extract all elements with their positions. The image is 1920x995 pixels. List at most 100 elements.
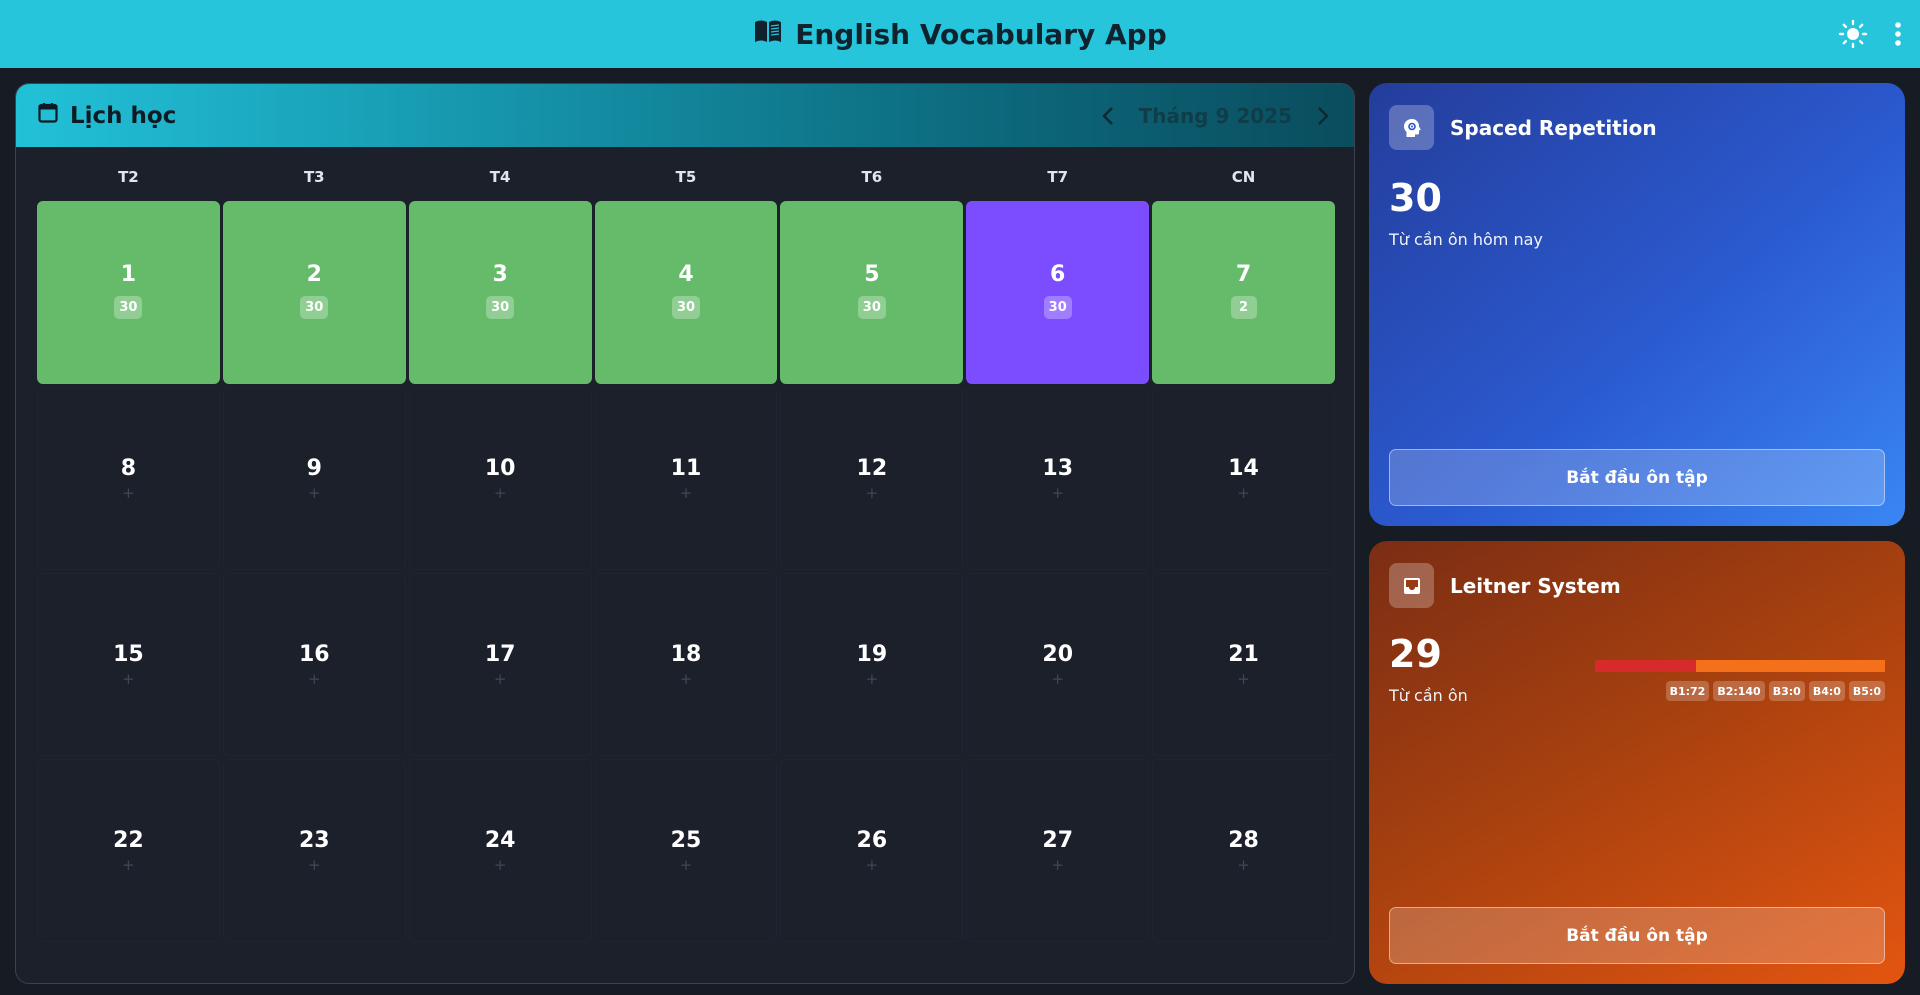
calendar-day[interactable]: 2 30 [222, 201, 406, 384]
calendar-day[interactable]: 10 + [408, 387, 592, 570]
calendar-day[interactable]: 25 + [594, 759, 778, 942]
day-count-badge: 2 [1230, 296, 1257, 319]
day-number: 7 [1235, 262, 1252, 287]
add-icon[interactable]: + [1051, 672, 1064, 687]
add-icon[interactable]: + [866, 486, 879, 501]
more-vert-icon[interactable] [1894, 21, 1902, 47]
add-icon[interactable]: + [308, 672, 321, 687]
box-list: B1:72 B2:140 B3:0 B4:0 B5:0 [1595, 681, 1885, 701]
day-number: 8 [120, 456, 137, 481]
calendar-day[interactable]: 18 + [594, 573, 778, 756]
weekday-label: CN [1231, 168, 1256, 186]
calendar-day[interactable]: 16 + [222, 573, 406, 756]
calendar-day[interactable]: 28 + [1152, 759, 1335, 942]
calendar-day[interactable]: 5 30 [780, 201, 964, 384]
calendar-card: Lịch học Tháng 9 2025 T2 T3 T4 T5 T6 T7 … [15, 83, 1355, 984]
weekday-label: T3 [303, 168, 325, 186]
start-review-button[interactable]: Bắt đầu ôn tập [1389, 907, 1885, 964]
day-number: 10 [484, 456, 516, 481]
box-badge: B2:140 [1713, 681, 1765, 701]
calendar-day[interactable]: 4 30 [594, 201, 778, 384]
calendar-day[interactable]: 21 + [1152, 573, 1335, 756]
day-number: 25 [670, 828, 702, 853]
day-number: 3 [492, 262, 508, 287]
calendar-day[interactable]: 12 + [780, 387, 964, 570]
calendar-day[interactable]: 27 + [966, 759, 1150, 942]
weekday-label: T7 [1047, 168, 1069, 186]
app-title: English Vocabulary App [753, 18, 1167, 51]
review-caption: Từ cần ôn hôm nay [1389, 230, 1543, 249]
box-badge: B1:72 [1665, 681, 1710, 701]
add-icon[interactable]: + [122, 486, 135, 501]
leitner-card: Leitner System 29 Từ cần ôn B1:72 B2:140… [1369, 541, 1905, 984]
calendar-day[interactable]: 7 2 [1152, 201, 1335, 384]
app-header: English Vocabulary App [0, 0, 1920, 68]
add-icon[interactable]: + [122, 858, 135, 873]
calendar-day[interactable]: 3 30 [408, 201, 592, 384]
calendar-day[interactable]: 20 + [966, 573, 1150, 756]
day-number: 4 [678, 262, 694, 287]
add-icon[interactable]: + [494, 858, 507, 873]
day-number: 24 [484, 828, 516, 853]
add-icon[interactable]: + [494, 672, 507, 687]
brain-icon [1389, 105, 1434, 150]
box-badge: B3:0 [1768, 681, 1805, 701]
add-icon[interactable]: + [680, 858, 693, 873]
spaced-repetition-card: Spaced Repetition 30 Từ cần ôn hôm nay B… [1369, 83, 1905, 526]
calendar-day[interactable]: 14 + [1152, 387, 1335, 570]
calendar-day[interactable]: 8 + [37, 387, 220, 570]
calendar-day[interactable]: 1 30 [37, 201, 220, 384]
calendar-day[interactable]: 11 + [594, 387, 778, 570]
inbox-icon [1389, 563, 1434, 608]
day-number: 13 [1042, 456, 1074, 481]
day-number: 9 [306, 456, 322, 481]
add-icon[interactable]: + [1051, 858, 1064, 873]
add-icon[interactable]: + [680, 486, 693, 501]
day-number: 11 [670, 456, 702, 481]
calendar-day[interactable]: 24 + [408, 759, 592, 942]
calendar-day[interactable]: 19 + [780, 573, 964, 756]
add-icon[interactable]: + [1051, 486, 1064, 501]
add-icon[interactable]: + [680, 672, 693, 687]
start-review-button[interactable]: Bắt đầu ôn tập [1389, 449, 1885, 506]
book-icon [753, 18, 783, 51]
day-number: 14 [1228, 456, 1259, 481]
day-count-badge: 30 [1043, 296, 1072, 319]
calendar-grid: 1 30 2 30 3 30 4 30 5 30 6 30 7 2 8 + 9 + [37, 201, 1335, 942]
add-icon[interactable]: + [1237, 672, 1250, 687]
add-icon[interactable]: + [866, 672, 879, 687]
day-number: 19 [856, 642, 888, 667]
calendar-day[interactable]: 22 + [37, 759, 220, 942]
day-count-badge: 30 [114, 296, 143, 319]
calendar-day[interactable]: 13 + [966, 387, 1150, 570]
add-icon[interactable]: + [308, 858, 321, 873]
add-icon[interactable]: + [1237, 486, 1250, 501]
add-icon[interactable]: + [1237, 858, 1250, 873]
day-count-badge: 30 [486, 296, 515, 319]
day-number: 16 [298, 642, 330, 667]
day-number: 20 [1042, 642, 1074, 667]
calendar-icon [38, 102, 58, 129]
sun-icon[interactable] [1838, 19, 1868, 49]
day-number: 18 [670, 642, 702, 667]
chevron-right-icon[interactable] [1316, 105, 1330, 127]
box-badge: B5:0 [1848, 681, 1885, 701]
calendar-day[interactable]: 23 + [222, 759, 406, 942]
weekday-label: T4 [489, 168, 511, 186]
add-icon[interactable]: + [308, 486, 321, 501]
chevron-left-icon[interactable] [1101, 105, 1115, 127]
add-icon[interactable]: + [494, 486, 507, 501]
review-caption: Từ cần ôn [1389, 686, 1468, 705]
calendar-day-today[interactable]: 6 30 [966, 201, 1150, 384]
calendar-day[interactable]: 15 + [37, 573, 220, 756]
day-number: 1 [120, 262, 137, 287]
box-badge: B4:0 [1808, 681, 1845, 701]
calendar-day[interactable]: 26 + [780, 759, 964, 942]
calendar-day[interactable]: 17 + [408, 573, 592, 756]
calendar-day[interactable]: 9 + [222, 387, 406, 570]
day-number: 28 [1228, 828, 1259, 853]
add-icon[interactable]: + [866, 858, 879, 873]
day-number: 5 [864, 262, 880, 287]
weekday-label: T5 [675, 168, 697, 186]
add-icon[interactable]: + [122, 672, 135, 687]
